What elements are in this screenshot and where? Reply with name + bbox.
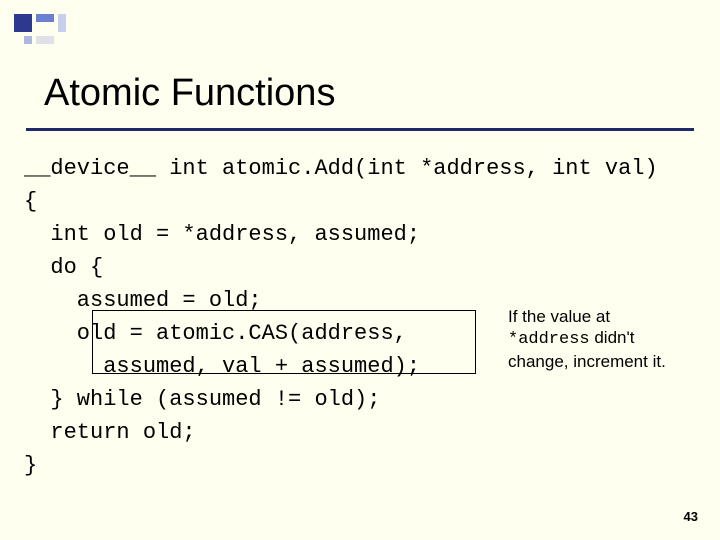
decor-square-icon [36, 36, 54, 44]
code-line: return old; [24, 420, 196, 445]
title-underline [26, 128, 694, 131]
code-line: { [24, 189, 37, 214]
code-highlight-box [92, 310, 476, 374]
callout-address: *address [508, 330, 590, 349]
callout-text: If the value at *address didn't change, … [508, 306, 694, 372]
decor-square-icon [14, 14, 32, 32]
corner-decoration [14, 14, 62, 54]
code-line: do { [24, 255, 103, 280]
code-line: } while (assumed != old); [24, 387, 380, 412]
page-number: 43 [684, 509, 698, 524]
code-line: int old = *address, assumed; [24, 222, 420, 247]
code-line: __device__ int atomic.Add(int *address, … [24, 156, 658, 181]
callout-part: If the value at [508, 307, 610, 326]
decor-square-icon [24, 36, 32, 44]
decor-square-icon [58, 14, 66, 32]
slide-title: Atomic Functions [44, 72, 335, 115]
code-line: } [24, 453, 37, 478]
decor-square-icon [36, 14, 54, 22]
